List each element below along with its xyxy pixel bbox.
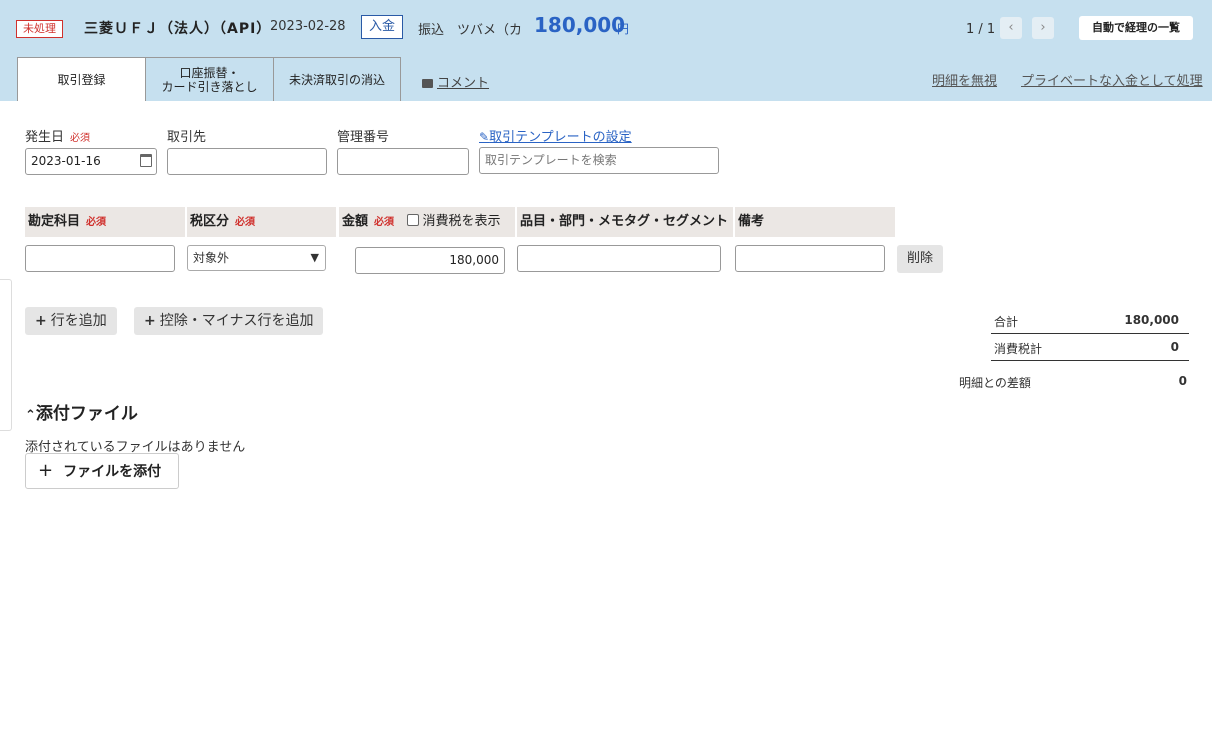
attachments-title: 添付ファイル (35, 404, 138, 424)
plus-icon: + (38, 460, 54, 481)
transaction-method: 振込 (418, 23, 445, 38)
edit-icon: ✎ (479, 130, 490, 144)
plus-icon: + (144, 313, 156, 329)
comment-icon (422, 79, 433, 88)
add-row-label: 行を追加 (50, 313, 107, 329)
required-mark: 必須 (374, 217, 395, 228)
date-value: 2023-01-16 (31, 154, 101, 168)
status-badge: 未処理 (16, 20, 63, 38)
chevron-down-icon: ▼ (310, 251, 319, 264)
tab-register[interactable]: 取引登録 (17, 57, 146, 101)
attach-file-label: ファイルを添付 (63, 464, 162, 480)
pager-count: 1 / 1 (966, 22, 996, 37)
template-settings-link[interactable]: ✎取引テンプレートの設定 (479, 126, 632, 145)
transaction-amount: 180,000 (534, 13, 626, 37)
show-tax-checkbox[interactable] (406, 214, 419, 226)
col-tax: 税区分 必須 (187, 207, 336, 237)
col-note: 備考 (735, 207, 895, 237)
required-mark: 必須 (235, 217, 256, 228)
delete-row-button[interactable]: 削除 (897, 245, 944, 273)
chevron-up-icon: ⌃ (25, 408, 36, 423)
template-settings-text: 取引テンプレートの設定 (489, 130, 632, 145)
bank-name: 三菱ＵＦＪ（法人）（API） (84, 21, 272, 37)
date-label: 発生日 必須 (25, 126, 90, 145)
mgmt-number-label: 管理番号 (337, 130, 390, 145)
required-mark: 必須 (70, 133, 91, 144)
comment-label: コメント (437, 76, 490, 91)
comment-link[interactable]: コメント (422, 72, 489, 91)
date-label-text: 発生日 (25, 130, 65, 145)
next-button[interactable]: › (1032, 17, 1054, 39)
ignore-link[interactable]: 明細を無視 (932, 70, 997, 89)
col-amount: 金額 必須 消費税を表示 (339, 207, 515, 237)
chevron-left-icon: ‹ (1008, 20, 1014, 35)
tax-total-row: 消費税計 0 (991, 335, 1189, 361)
total-label: 合計 (994, 315, 1019, 329)
mgmt-number-input[interactable] (337, 148, 469, 175)
add-minus-row-button[interactable]: + 控除・マイナス行を追加 (134, 307, 324, 335)
transaction-description: ツバメ（カ (457, 23, 523, 38)
col-account: 勘定科目 必須 (25, 207, 185, 237)
tax-select-value: 対象外 (193, 251, 230, 265)
partner-input[interactable] (167, 148, 327, 175)
prev-button[interactable]: ‹ (1000, 17, 1022, 39)
auto-accounting-list-button[interactable]: 自動で経理の一覧 (1079, 16, 1193, 40)
calendar-icon[interactable] (140, 154, 152, 167)
difference-label: 明細との差額 (959, 376, 1031, 390)
add-minus-row-label: 控除・マイナス行を追加 (159, 313, 314, 329)
side-panel-handle[interactable] (0, 279, 12, 431)
template-search-placeholder: 取引テンプレートを検索 (485, 153, 617, 167)
attachments-toggle[interactable]: ⌃添付ファイル (25, 399, 138, 424)
amount-input[interactable]: 180,000 (355, 247, 505, 274)
template-search-input[interactable]: 取引テンプレートを検索 (479, 147, 719, 174)
tax-total-value: 0 (1170, 340, 1179, 354)
show-tax-label: 消費税を表示 (422, 214, 501, 229)
attach-file-button[interactable]: + ファイルを添付 (25, 453, 179, 489)
difference-value: 0 (1178, 374, 1187, 388)
private-deposit-link[interactable]: プライベートな入金として処理 (1021, 70, 1203, 89)
add-row-button[interactable]: + 行を追加 (25, 307, 117, 335)
required-mark: 必須 (86, 217, 107, 228)
tax-select[interactable]: 対象外 ▼ (187, 245, 326, 271)
col-item: 品目・部門・メモタグ・セグメント (517, 207, 733, 237)
total-value: 180,000 (1124, 313, 1179, 327)
col-account-text: 勘定科目 (28, 214, 81, 229)
item-input[interactable] (517, 245, 721, 272)
col-amount-text: 金額 (342, 214, 369, 229)
transaction-date: 2023-02-28 (270, 19, 346, 34)
transaction-header: 未処理 三菱ＵＦＪ（法人）（API） 2023-02-28 入金 振込 ツバメ（… (0, 0, 1212, 101)
total-row: 合計 180,000 (991, 308, 1189, 334)
col-tax-text: 税区分 (190, 214, 230, 229)
tax-total-label: 消費税計 (994, 342, 1043, 356)
plus-icon: + (35, 313, 47, 329)
tab-transfer[interactable]: 口座振替・ カード引き落とし (145, 57, 274, 101)
account-input[interactable] (25, 245, 175, 272)
tab-reconcile[interactable]: 未決済取引の消込 (273, 57, 401, 101)
currency-label: 円 (617, 22, 630, 36)
deposit-type-badge: 入金 (361, 15, 404, 39)
date-input[interactable]: 2023-01-16 (25, 148, 157, 175)
note-input[interactable] (735, 245, 885, 272)
partner-label: 取引先 (167, 130, 207, 145)
chevron-right-icon: › (1040, 20, 1046, 35)
show-tax-toggle[interactable]: 消費税を表示 (406, 214, 501, 229)
